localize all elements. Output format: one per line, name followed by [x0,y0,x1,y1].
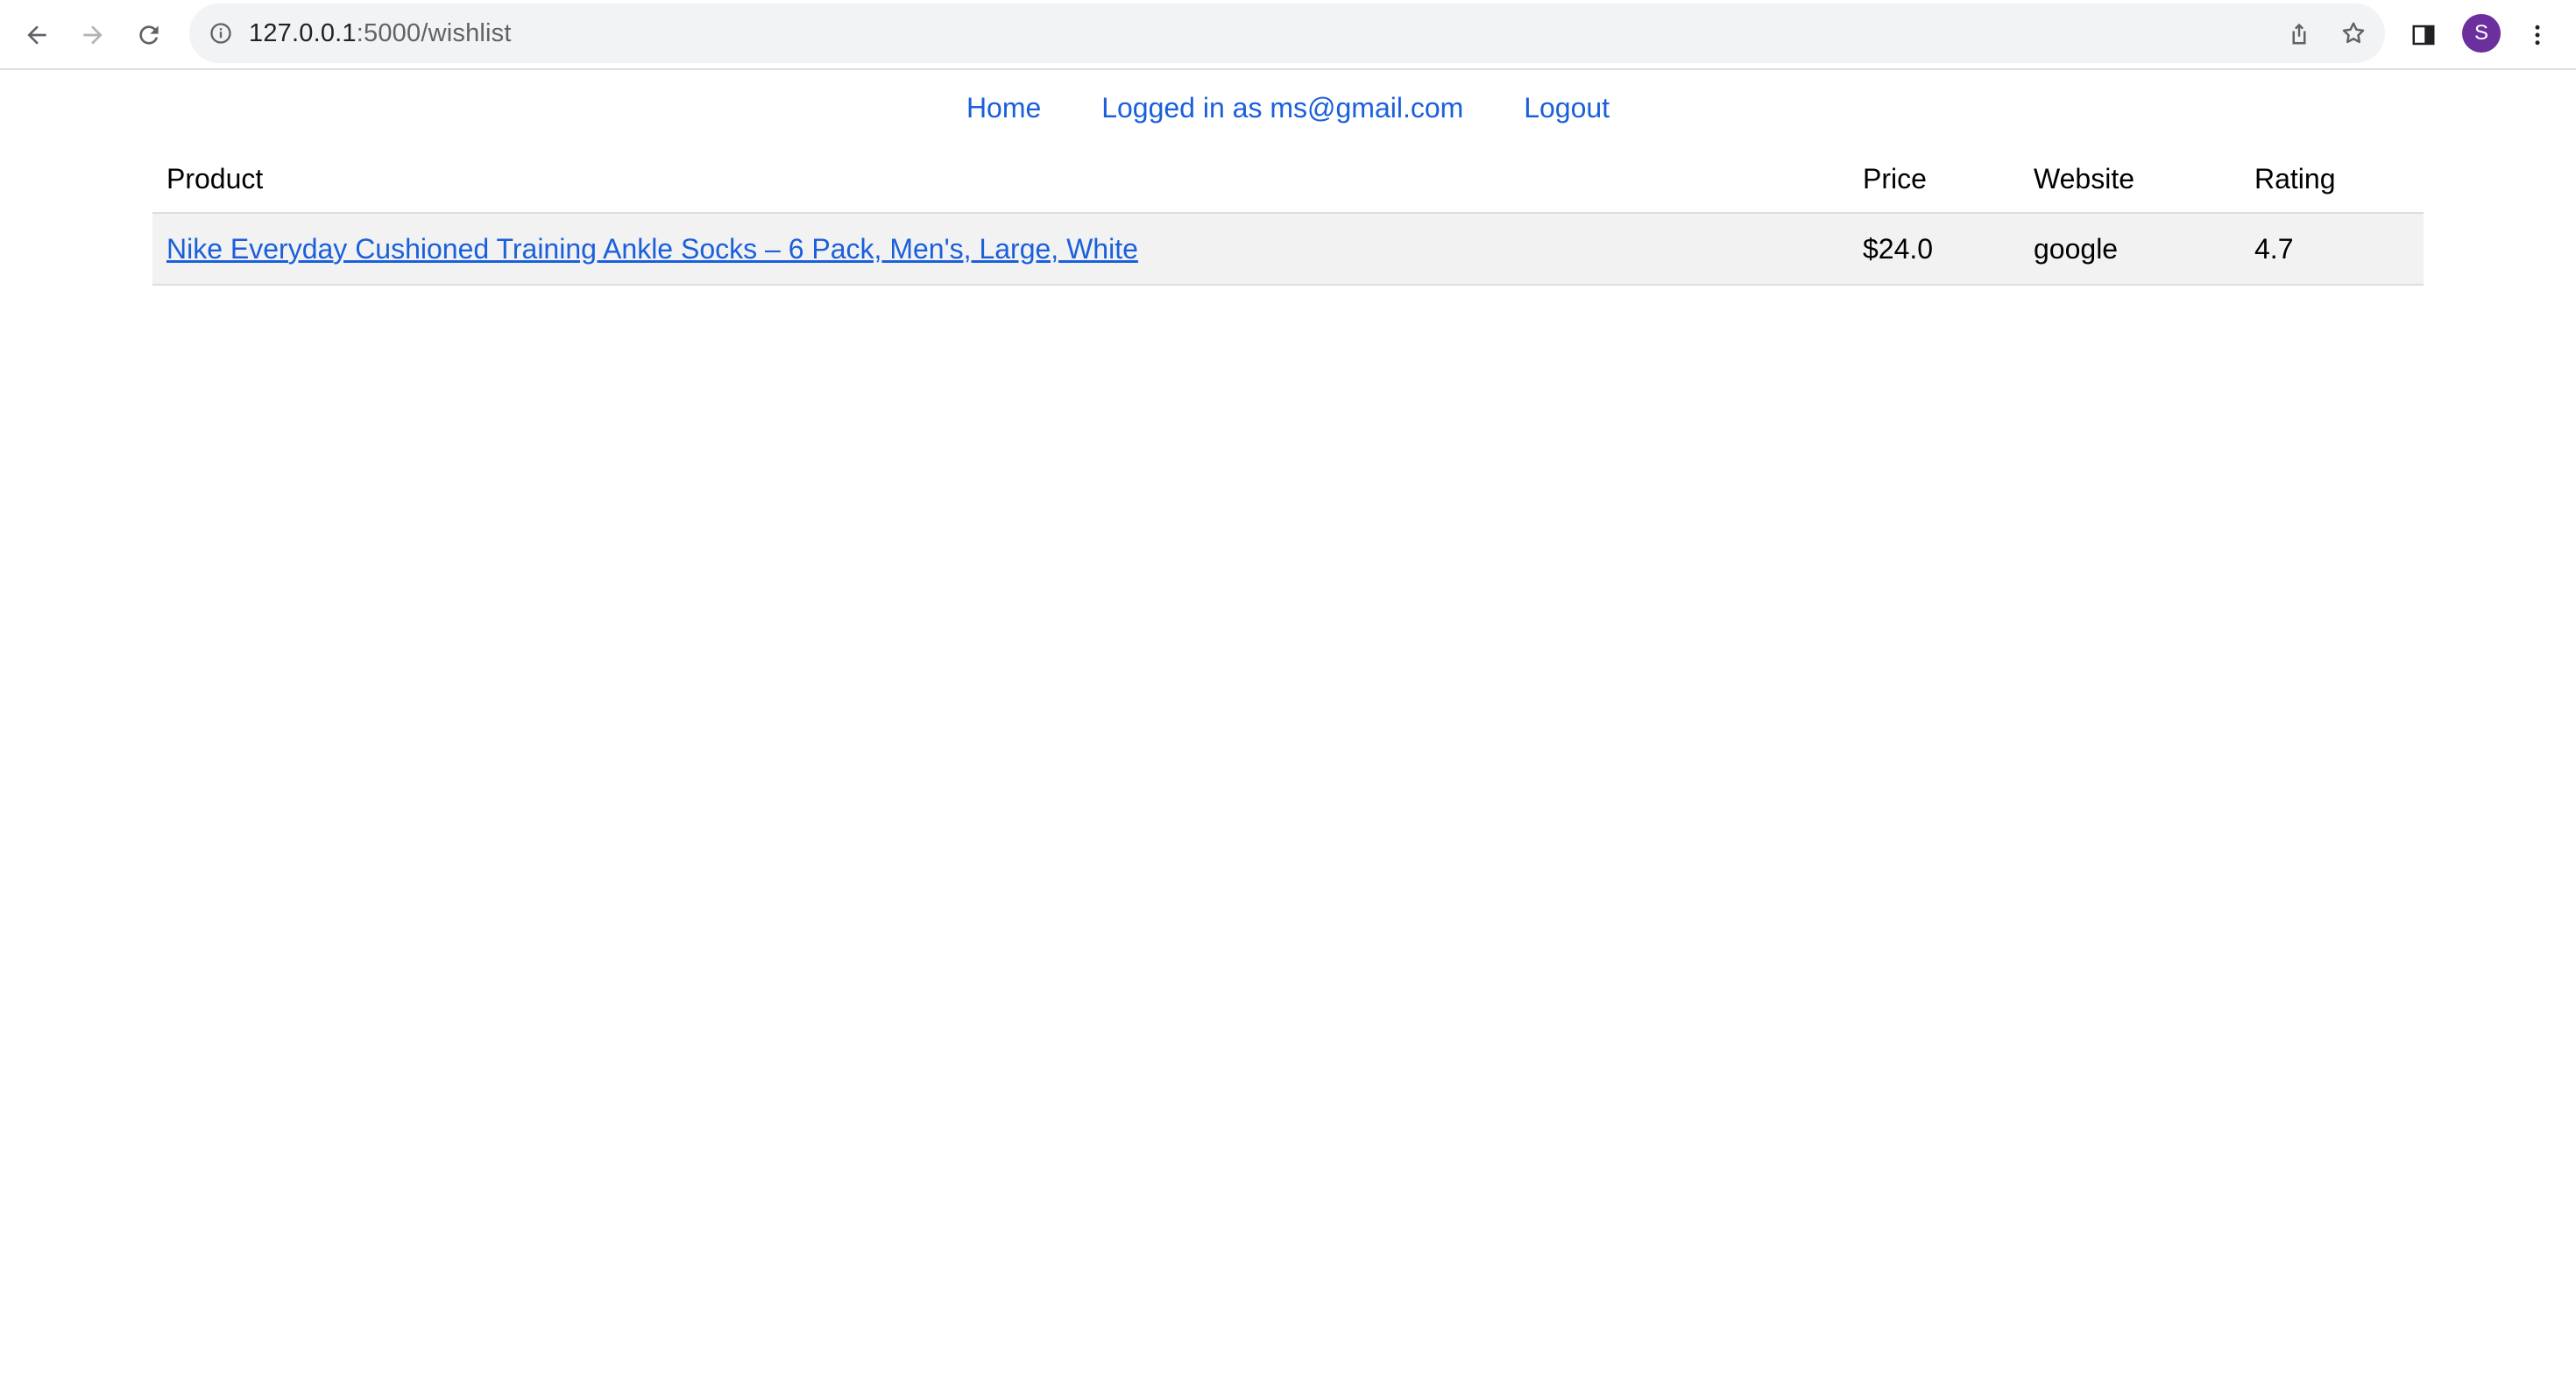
star-icon[interactable] [2336,16,2371,51]
address-bar[interactable]: 127.0.0.1:5000/wishlist [189,4,2385,63]
table-header-row: Product Price Website Rating [152,145,2424,214]
side-panel-button[interactable] [2401,12,2446,58]
logged-in-link[interactable]: Logged in as ms@gmail.com [1101,92,1463,124]
product-cell: Nike Everyday Cushioned Training Ankle S… [152,213,1849,286]
reload-icon [139,25,159,45]
back-arrow-icon [27,25,46,45]
table-row: Nike Everyday Cushioned Training Ankle S… [152,213,2424,286]
forward-button[interactable] [70,12,116,58]
avatar[interactable]: S [2462,14,2501,53]
share-icon[interactable] [2282,16,2317,51]
info-icon[interactable] [205,18,237,49]
home-link[interactable]: Home [966,92,1041,124]
product-link[interactable]: Nike Everyday Cushioned Training Ankle S… [166,233,1138,265]
website-cell: google [2020,213,2240,286]
browser-menu-button[interactable] [2515,12,2560,58]
rating-cell: 4.7 [2240,213,2424,286]
url-text: 127.0.0.1:5000/wishlist [249,4,512,63]
side-panel-icon [2412,25,2435,46]
logout-link[interactable]: Logout [1524,92,1610,124]
site-nav: Home Logged in as ms@gmail.com Logout [0,70,2576,145]
reload-button[interactable] [126,12,172,58]
wishlist-table: Product Price Website Rating Nike Everyd… [152,145,2424,286]
url-path: :5000/wishlist [356,19,512,47]
back-button[interactable] [14,12,60,58]
header-rating: Rating [2240,145,2424,214]
header-product: Product [152,145,1849,214]
header-price: Price [1849,145,2020,214]
forward-arrow-icon [83,25,103,45]
browser-toolbar: 127.0.0.1:5000/wishlist S [0,0,2576,70]
header-website: Website [2020,145,2240,214]
url-host: 127.0.0.1 [249,19,357,47]
kebab-menu-icon [2535,25,2540,46]
price-cell: $24.0 [1849,213,2020,286]
